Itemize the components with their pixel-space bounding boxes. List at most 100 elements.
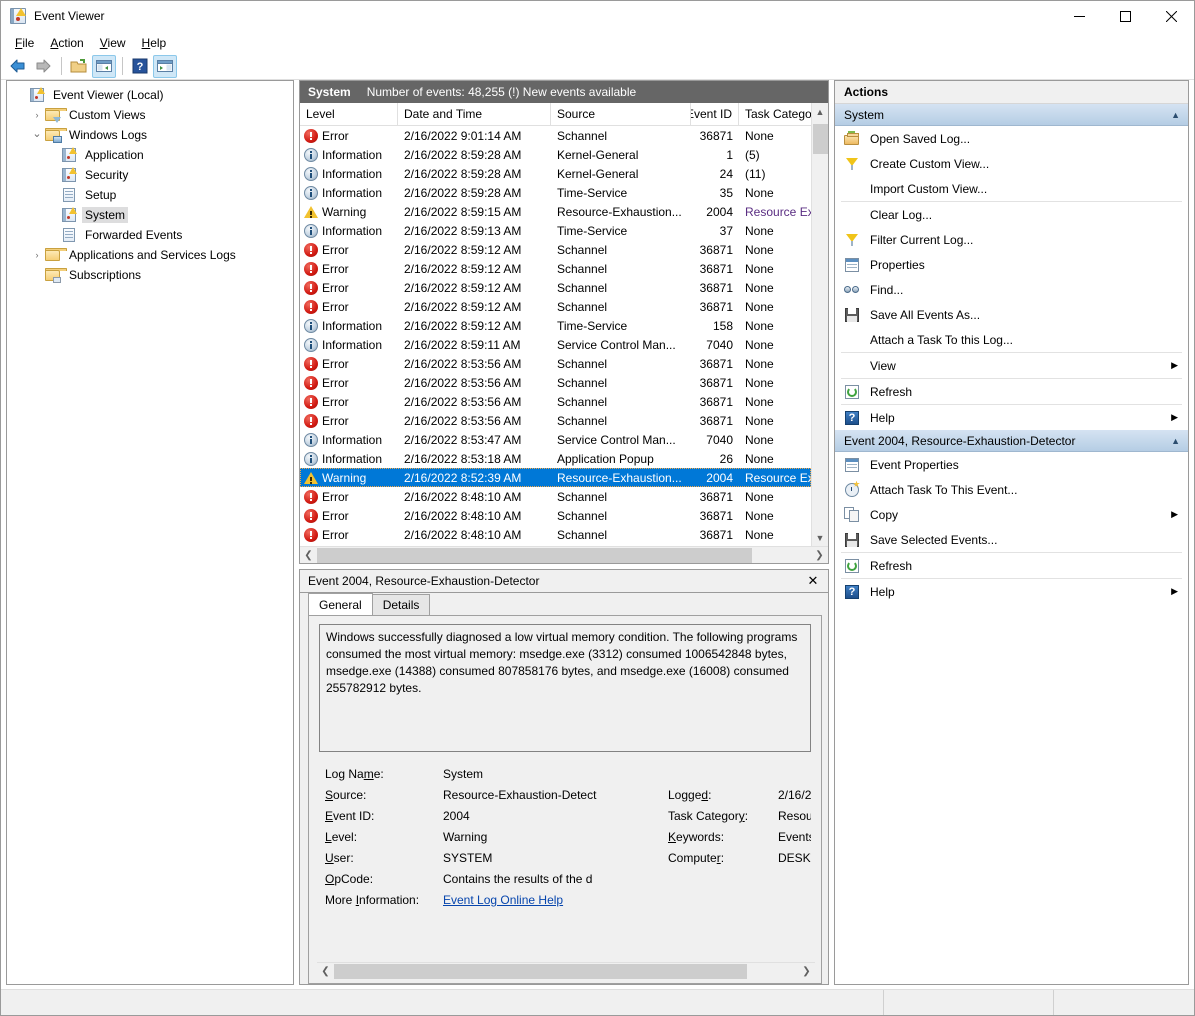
tab-details[interactable]: Details <box>371 594 431 615</box>
table-row[interactable]: Warning 2/16/2022 8:59:15 AM Resource-Exha… <box>300 202 811 221</box>
action-item-refresh[interactable]: Refresh <box>835 379 1188 404</box>
vscroll-thumb[interactable] <box>813 124 828 154</box>
table-row[interactable]: Warning 2/16/2022 8:52:39 AM Resource-Exha… <box>300 468 811 487</box>
submenu-arrow-icon[interactable]: ▶ <box>1171 412 1188 423</box>
tree-item-setup[interactable]: Setup <box>11 185 291 205</box>
submenu-arrow-icon[interactable]: ▶ <box>1171 360 1188 371</box>
table-row[interactable]: Information 2/16/2022 8:59:28 AM Time-Serv… <box>300 183 811 202</box>
event-list-hscrollbar[interactable]: ❮ ❯ <box>300 546 828 563</box>
detail-hscroll-thumb[interactable] <box>334 963 747 979</box>
action-item-view[interactable]: View ▶ <box>835 353 1188 378</box>
action-item-help[interactable]: ? Help ▶ <box>835 405 1188 430</box>
action-item-open-saved-log[interactable]: Open Saved Log... <box>835 126 1188 151</box>
event-log-online-help-link[interactable]: Event Log Online Help <box>443 890 668 911</box>
tree-item-security[interactable]: Security <box>11 165 291 185</box>
menu-file[interactable]: File <box>7 34 42 52</box>
event-list-vscrollbar[interactable]: ▲ ▼ <box>811 103 828 546</box>
table-row[interactable]: Information 2/16/2022 8:59:28 AM Kernel-Ge… <box>300 145 811 164</box>
action-item-label: Help <box>870 584 895 599</box>
maximize-button[interactable] <box>1102 1 1148 32</box>
action-item-filter-current-log[interactable]: Filter Current Log... <box>835 227 1188 252</box>
scroll-right-icon[interactable]: ❯ <box>811 550 828 561</box>
action-item-find[interactable]: Find... <box>835 277 1188 302</box>
submenu-arrow-icon[interactable]: ▶ <box>1171 509 1188 520</box>
column-header-task-category[interactable]: Task Category <box>739 103 811 125</box>
vscroll-track[interactable] <box>812 120 828 529</box>
actions-group-header[interactable]: Event 2004, Resource-Exhaustion-Detector… <box>835 430 1188 452</box>
action-item-refresh[interactable]: Refresh <box>835 553 1188 578</box>
close-button[interactable] <box>1148 1 1194 32</box>
detail-close-icon[interactable]: ✕ <box>804 573 822 589</box>
tab-general[interactable]: General <box>308 593 373 615</box>
table-row[interactable]: Error 2/16/2022 8:48:10 AM Schannel 36871 No… <box>300 506 811 525</box>
column-header-date-and-time[interactable]: Date and Time <box>398 103 551 125</box>
column-header-level[interactable]: Level <box>300 103 398 125</box>
event-level-cell: Error <box>300 261 398 276</box>
action-item-event-properties[interactable]: Event Properties <box>835 452 1188 477</box>
table-row[interactable]: Error 2/16/2022 8:53:56 AM Schannel 36871 No… <box>300 392 811 411</box>
action-item-help[interactable]: ? Help ▶ <box>835 579 1188 604</box>
chevron-right-icon[interactable]: › <box>29 107 45 123</box>
table-row[interactable]: Error 2/16/2022 8:53:56 AM Schannel 36871 No… <box>300 373 811 392</box>
table-row[interactable]: Error 2/16/2022 8:59:12 AM Schannel 36871 No… <box>300 297 811 316</box>
table-row[interactable]: Error 2/16/2022 8:53:56 AM Schannel 36871 No… <box>300 354 811 373</box>
detail-hscroll-track[interactable] <box>334 963 798 979</box>
back-icon[interactable] <box>6 55 30 78</box>
table-row[interactable]: Error 2/16/2022 8:53:56 AM Schannel 36871 No… <box>300 411 811 430</box>
show-hide-tree-icon[interactable] <box>92 54 116 78</box>
tree-item-subscriptions[interactable]: Subscriptions <box>11 265 291 285</box>
table-row[interactable]: Information 2/16/2022 8:59:12 AM Time-Serv… <box>300 316 811 335</box>
tree-item-application[interactable]: Application <box>11 145 291 165</box>
show-hide-action-pane-icon[interactable] <box>153 54 177 78</box>
hscroll-thumb[interactable] <box>317 547 752 563</box>
tree-item-event-viewer-local[interactable]: Event Viewer (Local) <box>11 85 291 105</box>
hscroll-track[interactable] <box>317 547 811 563</box>
submenu-arrow-icon[interactable]: ▶ <box>1171 586 1188 597</box>
action-item-create-custom-view[interactable]: Create Custom View... <box>835 151 1188 176</box>
tree-item-custom-views[interactable]: › Custom Views <box>11 105 291 125</box>
action-item-copy[interactable]: Copy ▶ <box>835 502 1188 527</box>
table-row[interactable]: Error 2/16/2022 9:01:14 AM Schannel 36871 No… <box>300 126 811 145</box>
table-row[interactable]: Information 2/16/2022 8:59:11 AM Service C… <box>300 335 811 354</box>
menu-help[interactable]: Help <box>134 34 175 52</box>
scroll-down-icon[interactable]: ▼ <box>812 529 828 546</box>
minimize-button[interactable] <box>1056 1 1102 32</box>
action-item-save-selected-events[interactable]: Save Selected Events... <box>835 527 1188 552</box>
forward-icon[interactable] <box>31 55 55 78</box>
column-header-source[interactable]: Source <box>551 103 691 125</box>
action-item-attach-task-to-this-event[interactable]: Attach Task To This Event... <box>835 477 1188 502</box>
detail-scroll-left-icon[interactable]: ❮ <box>317 966 334 977</box>
detail-scroll-right-icon[interactable]: ❯ <box>798 966 815 977</box>
menu-action[interactable]: Action <box>42 34 91 52</box>
table-row[interactable]: Error 2/16/2022 8:59:12 AM Schannel 36871 No… <box>300 278 811 297</box>
chevron-down-icon[interactable]: ⌄ <box>29 125 45 141</box>
scroll-left-icon[interactable]: ❮ <box>300 550 317 561</box>
table-row[interactable]: Information 2/16/2022 8:53:18 AM Applicati… <box>300 449 811 468</box>
table-row[interactable]: Error 2/16/2022 8:59:12 AM Schannel 36871 No… <box>300 240 811 259</box>
scroll-up-icon[interactable]: ▲ <box>812 103 828 120</box>
up-folder-icon[interactable] <box>67 55 91 78</box>
actions-group-header[interactable]: System ▲ <box>835 104 1188 126</box>
menu-view[interactable]: View <box>92 34 134 52</box>
collapse-up-icon[interactable]: ▲ <box>1171 110 1180 120</box>
table-row[interactable]: Information 2/16/2022 8:59:28 AM Kernel-Ge… <box>300 164 811 183</box>
action-item-attach-a-task-to-this-log[interactable]: Attach a Task To this Log... <box>835 327 1188 352</box>
detail-hscrollbar[interactable]: ❮ ❯ <box>317 962 815 979</box>
tree-item-system[interactable]: System <box>11 205 291 225</box>
table-row[interactable]: Error 2/16/2022 8:48:10 AM Schannel 36871 No… <box>300 525 811 544</box>
table-row[interactable]: Error 2/16/2022 8:59:12 AM Schannel 36871 No… <box>300 259 811 278</box>
table-row[interactable]: Information 2/16/2022 8:53:47 AM Service C… <box>300 430 811 449</box>
table-row[interactable]: Error 2/16/2022 8:48:10 AM Schannel 36871 No… <box>300 487 811 506</box>
column-header-event-id[interactable]: Event ID <box>691 103 739 125</box>
help-icon[interactable]: ? <box>128 55 152 78</box>
collapse-up-icon[interactable]: ▲ <box>1171 436 1180 446</box>
action-item-import-custom-view[interactable]: Import Custom View... <box>835 176 1188 201</box>
table-row[interactable]: Information 2/16/2022 8:59:13 AM Time-Serv… <box>300 221 811 240</box>
chevron-right-icon[interactable]: › <box>29 247 45 263</box>
action-item-clear-log[interactable]: Clear Log... <box>835 202 1188 227</box>
tree-item-forwarded-events[interactable]: Forwarded Events <box>11 225 291 245</box>
tree-item-applications-and-services-logs[interactable]: › Applications and Services Logs <box>11 245 291 265</box>
tree-item-windows-logs[interactable]: ⌄ Windows Logs <box>11 125 291 145</box>
action-item-properties[interactable]: Properties <box>835 252 1188 277</box>
action-item-save-all-events-as[interactable]: Save All Events As... <box>835 302 1188 327</box>
